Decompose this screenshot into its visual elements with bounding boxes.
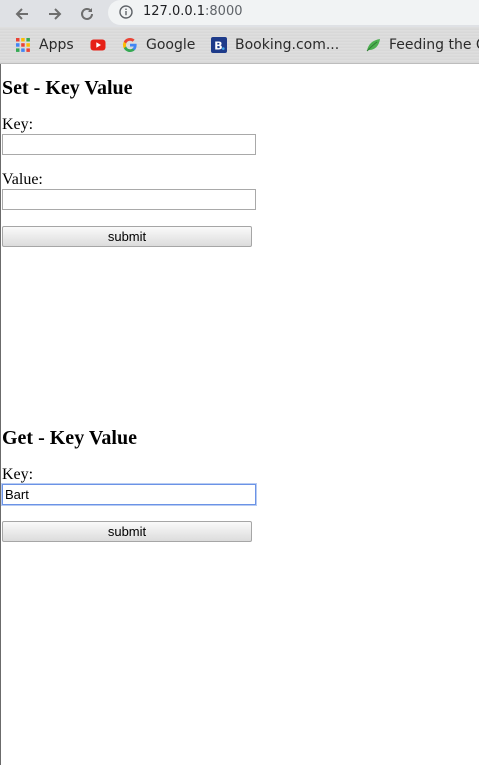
bookmarks-bar: Apps Google B Booking.com... Feeding the…: [0, 27, 479, 64]
booking-icon: B: [211, 37, 227, 53]
get-form-title: Get - Key Value: [2, 427, 137, 449]
url-text[interactable]: 127.0.0.1:8000: [143, 4, 243, 19]
set-submit-button[interactable]: submit: [2, 226, 252, 247]
set-value-input[interactable]: [2, 189, 256, 210]
apps-grid-icon: [16, 38, 30, 52]
bookmark-label: Booking.com...: [235, 37, 340, 53]
bookmark-youtube[interactable]: [90, 36, 106, 54]
back-button[interactable]: [11, 3, 33, 25]
back-arrow-icon: [15, 8, 28, 20]
browser-toolbar: 127.0.0.1:8000: [0, 0, 479, 27]
bookmark-apps[interactable]: Apps: [15, 36, 74, 54]
forward-arrow-icon: [49, 8, 62, 20]
set-key-input[interactable]: [2, 134, 256, 155]
address-bar[interactable]: 127.0.0.1:8000: [108, 0, 479, 25]
info-icon[interactable]: [119, 5, 133, 19]
youtube-icon: [90, 39, 106, 51]
google-icon: [123, 38, 137, 52]
leaf-icon: [366, 39, 380, 52]
bookmark-google[interactable]: Google: [122, 36, 195, 54]
forward-button[interactable]: [44, 3, 66, 25]
set-value-label: Value:: [2, 171, 43, 188]
bookmark-booking[interactable]: B Booking.com...: [211, 36, 339, 54]
get-key-input[interactable]: Bart: [2, 484, 256, 505]
reload-button[interactable]: [76, 3, 98, 25]
set-key-label: Key:: [2, 116, 34, 133]
page-content: Set - Key Value Key: Value: submit Get -…: [0, 64, 479, 765]
get-submit-button[interactable]: submit: [2, 521, 252, 542]
set-form-title: Set - Key Value: [2, 77, 133, 99]
bookmark-feeding[interactable]: Feeding the C: [365, 36, 479, 54]
svg-text:B: B: [214, 40, 222, 53]
bookmark-label: Feeding the C: [389, 37, 479, 53]
bookmark-label: Google: [146, 37, 196, 53]
reload-icon: [81, 7, 93, 20]
url-port: :8000: [205, 4, 243, 19]
url-host: 127.0.0.1: [143, 4, 206, 19]
bookmark-label: Apps: [39, 37, 74, 53]
get-key-label: Key:: [2, 466, 34, 483]
